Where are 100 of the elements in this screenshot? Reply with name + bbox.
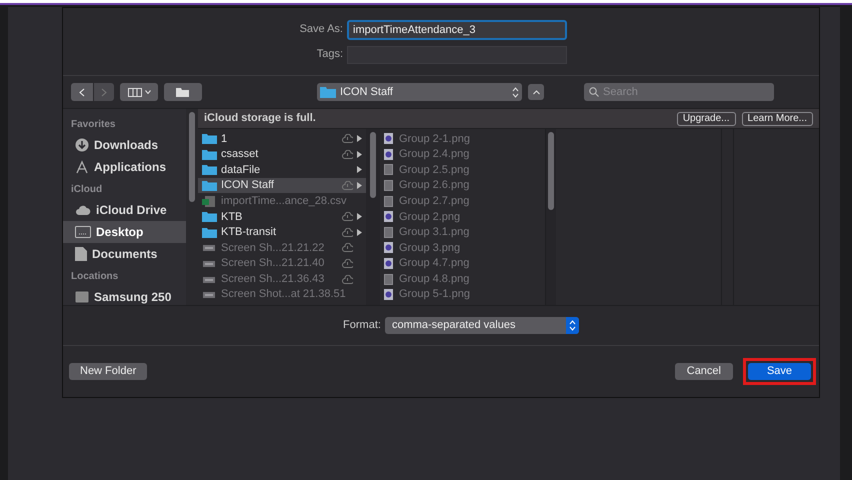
cloud-warning-icon: [342, 274, 353, 284]
document-icon: [75, 247, 87, 261]
location-popup[interactable]: ICON Staff: [317, 83, 522, 101]
sidebar-heading: Favorites: [70, 118, 116, 132]
file-row[interactable]: Group 2.5.png: [380, 162, 545, 178]
file-row[interactable]: ICON Staff: [198, 178, 366, 194]
file-row[interactable]: Screen Sh...21.21.22: [198, 240, 366, 256]
folder-icon: [202, 211, 217, 222]
format-popup[interactable]: comma-separated values: [384, 317, 579, 334]
image-file-icon: [384, 289, 393, 300]
disclosure-arrow-icon: [357, 213, 362, 220]
format-label: Format:: [343, 318, 381, 334]
cloud-icon: [75, 204, 91, 216]
file-row[interactable]: Group 2-1.png: [380, 131, 545, 147]
sidebar-item[interactable]: Downloads: [63, 134, 186, 156]
cloud-warning-icon: [342, 181, 353, 190]
folder-icon: [320, 86, 336, 98]
sidebar-item[interactable]: iCloud Drive: [63, 199, 186, 221]
disclosure-arrow-icon: [357, 150, 362, 158]
cloud-warning-icon: [342, 150, 353, 159]
cloud-warning-icon: [342, 259, 353, 268]
sidebar-item[interactable]: Documents: [63, 243, 186, 265]
forward-button[interactable]: [94, 83, 114, 101]
file-row[interactable]: Group 2.4.png: [380, 146, 545, 162]
scrollbar[interactable]: [370, 132, 376, 198]
folder-icon: [202, 180, 217, 192]
folder-icon: [202, 148, 217, 160]
disclosure-arrow-icon: [357, 166, 362, 174]
sidebar-item[interactable]: Desktop: [63, 221, 186, 243]
image-file-icon: [384, 148, 393, 160]
file-row[interactable]: Group 3.png: [380, 240, 545, 256]
image-file-icon: [384, 242, 393, 254]
file-row[interactable]: 1: [198, 131, 366, 147]
download-icon: [75, 138, 89, 152]
file-row[interactable]: csasset: [198, 146, 366, 162]
up-down-icon: [512, 86, 519, 98]
banner-button[interactable]: Learn More...: [742, 112, 813, 126]
cloud-warning-icon: [342, 228, 353, 237]
file-row[interactable]: importTime...ance_28.csv: [198, 193, 366, 209]
file-row[interactable]: dataFile: [198, 162, 366, 178]
chevron-up-icon: [532, 90, 540, 94]
folder-icon: [202, 226, 217, 238]
collapse-button[interactable]: [528, 84, 544, 100]
disclosure-arrow-icon: [357, 182, 362, 190]
sidebar-item[interactable]: Samsung 250: [63, 286, 186, 305]
sidebar-item[interactable]: Applications: [63, 156, 186, 178]
view-mode-button[interactable]: [120, 83, 158, 101]
file-name-field[interactable]: importTimeAttendance_3: [347, 20, 567, 40]
file-row[interactable]: Group 5-1.png: [380, 286, 545, 303]
chevron-left-icon: [79, 88, 85, 96]
blank-file-icon: [384, 226, 393, 238]
image-file-icon: [384, 133, 393, 144]
columns-icon: [128, 88, 142, 96]
screenshot-icon: [202, 242, 217, 254]
folder-icon: [202, 133, 217, 144]
scrollbar[interactable]: [189, 112, 195, 202]
blank-file-icon: [384, 164, 393, 176]
image-file-icon: [384, 211, 393, 222]
cloud-warning-icon: [342, 243, 353, 252]
file-row[interactable]: KTB: [198, 208, 366, 225]
save-button[interactable]: Save: [748, 363, 811, 380]
file-row[interactable]: Screen Sh...21.36.43: [198, 271, 366, 287]
back-button[interactable]: [71, 83, 93, 101]
cloud-warning-icon: [342, 212, 353, 222]
sidebar-heading: Locations: [70, 270, 120, 284]
banner-button[interactable]: Upgrade...: [676, 112, 736, 126]
new-folder-button[interactable]: New Folder: [69, 363, 148, 380]
caret-icon: [144, 90, 150, 94]
file-row[interactable]: Screen Shot...at 21.38.51: [198, 286, 366, 303]
disclosure-arrow-icon: [357, 228, 362, 236]
new-folder-toolbar-button[interactable]: [164, 83, 202, 101]
file-row[interactable]: KTB-transit: [198, 224, 366, 240]
file-row[interactable]: Group 3.1.png: [380, 224, 545, 240]
sidebar-heading: iCloud: [70, 183, 104, 197]
scrollbar[interactable]: [548, 132, 554, 210]
folder-icon: [202, 164, 217, 176]
blank-file-icon: [384, 180, 393, 192]
file-row[interactable]: Screen Sh...21.21.40: [198, 256, 366, 272]
file-row[interactable]: Group 2.png: [380, 208, 545, 225]
save-as-label: Save As:: [298, 22, 343, 38]
disclosure-arrow-icon: [357, 135, 362, 142]
search-icon: [589, 87, 599, 97]
spreadsheet-icon: [202, 196, 217, 207]
file-row[interactable]: Group 2.7.png: [380, 193, 545, 209]
file-row[interactable]: Group 4.8.png: [380, 271, 545, 287]
file-row[interactable]: Group 4.7.png: [380, 256, 545, 272]
chevron-right-icon: [101, 88, 107, 96]
screenshot-icon: [202, 258, 217, 270]
blank-file-icon: [384, 196, 393, 207]
screenshot-icon: [202, 289, 217, 300]
blank-file-icon: [384, 274, 393, 285]
cloud-warning-icon: [342, 134, 353, 144]
cancel-button[interactable]: Cancel: [674, 363, 733, 380]
storage-warning: iCloud storage is full.: [204, 111, 317, 126]
desktop-icon: [75, 226, 91, 238]
apps-icon: [75, 160, 89, 174]
up-down-icon: [568, 320, 576, 331]
image-file-icon: [384, 258, 393, 270]
tags-label: Tags:: [316, 47, 343, 62]
file-row[interactable]: Group 2.6.png: [380, 178, 545, 194]
